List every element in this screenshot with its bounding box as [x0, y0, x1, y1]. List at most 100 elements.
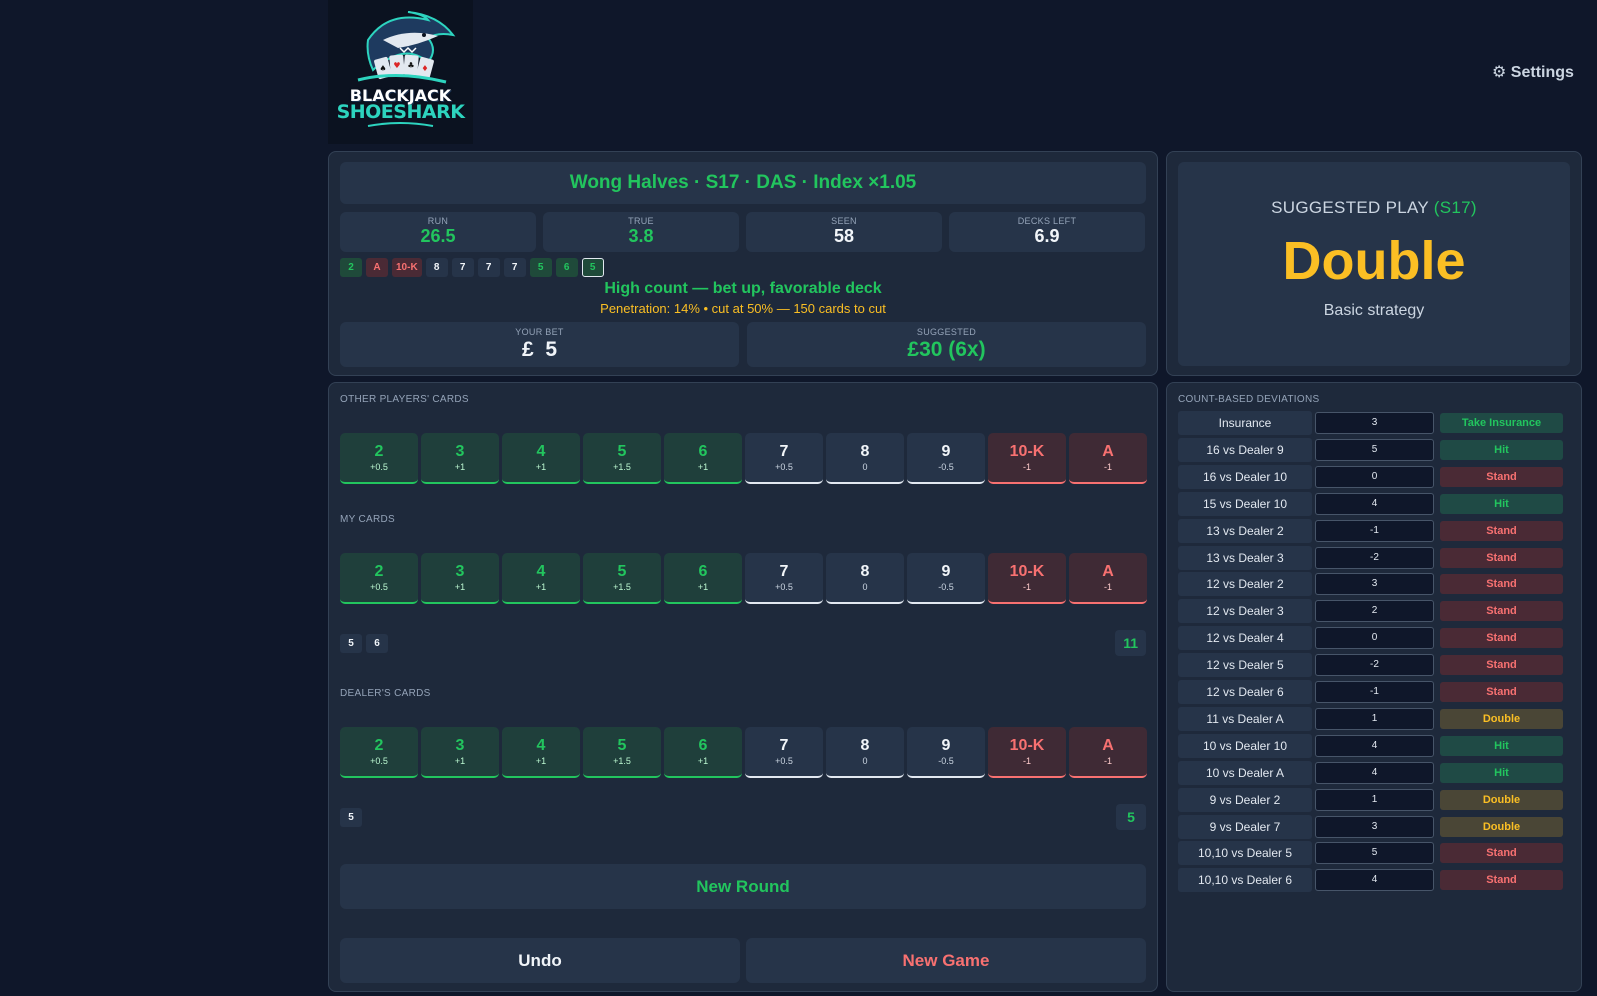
card-rank: 5	[617, 442, 627, 460]
svg-text:♠: ♠	[379, 64, 386, 73]
deviation-index-input[interactable]: 4	[1315, 492, 1434, 515]
dealer-card-button[interactable]: 7 +0.5	[745, 727, 823, 778]
card-rank: 5	[617, 736, 627, 754]
new-round-button[interactable]: New Round	[340, 864, 1146, 909]
stat-run: RUN 26.5	[340, 212, 536, 252]
deviation-row: 13 vs Dealer 3 -2 Stand	[1178, 545, 1570, 570]
others-card-button[interactable]: 3 +1	[421, 433, 499, 484]
hand-card[interactable]: 5	[340, 808, 362, 827]
settings-button[interactable]: ⚙ Settings	[1492, 62, 1574, 82]
card-rank: 3	[455, 736, 465, 754]
dealer-card-button[interactable]: 5 +1.5	[583, 727, 661, 778]
others-card-button[interactable]: 6 +1	[664, 433, 742, 484]
history-chip: 7	[477, 258, 500, 277]
deviation-index-input[interactable]: 1	[1315, 788, 1434, 811]
card-rank: 8	[860, 442, 870, 460]
deviation-row: 12 vs Dealer 2 3 Stand	[1178, 572, 1570, 597]
your-bet[interactable]: YOUR BET £ 5	[340, 322, 739, 367]
dealer-card-button[interactable]: 2 +0.5	[340, 727, 418, 778]
deviation-index-input[interactable]: 1	[1315, 707, 1434, 730]
deviation-row: 13 vs Dealer 2 -1 Stand	[1178, 518, 1570, 543]
others-card-button[interactable]: 7 +0.5	[745, 433, 823, 484]
deviation-index-input[interactable]: 4	[1315, 734, 1434, 757]
others-card-button[interactable]: 5 +1.5	[583, 433, 661, 484]
dealer-card-button[interactable]: 4 +1	[502, 727, 580, 778]
deviation-action: Take Insurance	[1440, 413, 1563, 433]
deviation-row: 12 vs Dealer 4 0 Stand	[1178, 626, 1570, 651]
deviations-title: COUNT-BASED DEVIATIONS	[1178, 394, 1320, 405]
undo-button[interactable]: Undo	[340, 938, 740, 983]
deviation-index-input[interactable]: 4	[1315, 869, 1434, 892]
dealer-card-button[interactable]: 9 -0.5	[907, 727, 985, 778]
mine-card-button[interactable]: A -1	[1069, 553, 1147, 604]
deviation-index-input[interactable]: 5	[1315, 842, 1434, 865]
deviation-index-input[interactable]: 5	[1315, 438, 1434, 461]
dealer-card-button[interactable]: 3 +1	[421, 727, 499, 778]
card-weight: +0.5	[370, 755, 388, 766]
deviation-action: Hit	[1440, 762, 1563, 783]
card-weight: +0.5	[775, 581, 793, 592]
mine-card-button[interactable]: 6 +1	[664, 553, 742, 604]
deviation-index-input[interactable]: -2	[1315, 654, 1434, 677]
dealer-card-row: 2 +0.5 3 +1 4 +1 5 +1.5 6 +1 7 +0.5 8 0 9 -0.5 10-K -1 A -1	[340, 727, 1147, 778]
card-weight: -0.5	[938, 581, 954, 592]
deviation-index-input[interactable]: -1	[1315, 681, 1434, 703]
deviation-action: Stand	[1440, 466, 1563, 487]
deviation-index-input[interactable]: 4	[1315, 761, 1434, 784]
card-weight: -1	[1103, 461, 1112, 472]
dealer-card-button[interactable]: 80	[826, 727, 904, 778]
mine-card-button[interactable]: 7 +0.5	[745, 553, 823, 604]
deviation-hand: Insurance	[1178, 411, 1312, 435]
deviation-index-input[interactable]: 3	[1315, 815, 1434, 838]
svg-text:♣: ♣	[407, 61, 414, 70]
dealer-card-button[interactable]: 10-K -1	[988, 727, 1066, 778]
mine-card-button[interactable]: 80	[826, 553, 904, 604]
others-card-button[interactable]: 9 -0.5	[907, 433, 985, 484]
card-rank: 3	[455, 442, 465, 460]
mine-card-button[interactable]: 5 +1.5	[583, 553, 661, 604]
hand-card[interactable]: 6	[366, 634, 388, 653]
new-game-button[interactable]: New Game	[746, 938, 1146, 983]
others-card-button[interactable]: 4 +1	[502, 433, 580, 484]
card-rank: 5	[617, 562, 627, 580]
history-chip: 5	[529, 258, 552, 277]
deviation-index-input[interactable]: -2	[1315, 546, 1434, 569]
card-rank: A	[1102, 442, 1114, 460]
card-weight: +1	[535, 755, 547, 766]
deviation-index-input[interactable]: 2	[1315, 600, 1434, 623]
deviation-action: Stand	[1440, 601, 1563, 622]
mine-card-button[interactable]: 3 +1	[421, 553, 499, 604]
your-bet-value[interactable]: £ 5	[340, 338, 739, 362]
mine-card-button[interactable]: 4 +1	[502, 553, 580, 604]
hand-card[interactable]: 5	[340, 634, 362, 653]
deviation-index-input[interactable]: -1	[1315, 519, 1434, 542]
deviation-hand: 13 vs Dealer 2	[1178, 518, 1312, 543]
others-card-button[interactable]: 2 +0.5	[340, 433, 418, 484]
others-card-button[interactable]: 10-K -1	[988, 433, 1066, 484]
penetration-info: Penetration: 14% • cut at 50% — 150 card…	[600, 301, 886, 316]
suggested-play-label-text: SUGGESTED PLAY	[1271, 198, 1429, 217]
card-weight: +0.5	[370, 581, 388, 592]
others-card-button[interactable]: 80	[826, 433, 904, 484]
dealer-card-button[interactable]: A -1	[1069, 727, 1147, 778]
mine-card-button[interactable]: 9 -0.5	[907, 553, 985, 604]
count-message: High count — bet up, favorable deck	[604, 280, 882, 297]
card-weight: +1	[454, 755, 466, 766]
deviation-index-input[interactable]: 0	[1315, 465, 1434, 488]
deviation-index-input[interactable]: 3	[1315, 573, 1434, 596]
others-card-button[interactable]: A -1	[1069, 433, 1147, 484]
deviation-action: Stand	[1440, 843, 1563, 864]
my-card-row: 2 +0.5 3 +1 4 +1 5 +1.5 6 +1 7 +0.5 8 0 9 -0.5 10-K -1 A -1	[340, 553, 1147, 604]
deviation-row: 16 vs Dealer 9 5 Hit	[1178, 437, 1570, 462]
deviation-index-input[interactable]: 0	[1315, 627, 1434, 650]
card-rank: 7	[779, 442, 789, 460]
mine-card-button[interactable]: 10-K -1	[988, 553, 1066, 604]
dealer-card-button[interactable]: 6 +1	[664, 727, 742, 778]
deviation-index-input[interactable]: 3	[1315, 412, 1434, 434]
card-weight: +1.5	[613, 581, 631, 592]
card-weight: -1	[1103, 755, 1112, 766]
count-panel: Wong Halves · S17 · DAS · Index ×1.05 RU…	[328, 151, 1158, 376]
mine-card-button[interactable]: 2 +0.5	[340, 553, 418, 604]
suggestion-panel: SUGGESTED PLAY (S17) Double Basic strate…	[1166, 151, 1582, 376]
deviation-row: 10,10 vs Dealer 5 5 Stand	[1178, 841, 1570, 866]
